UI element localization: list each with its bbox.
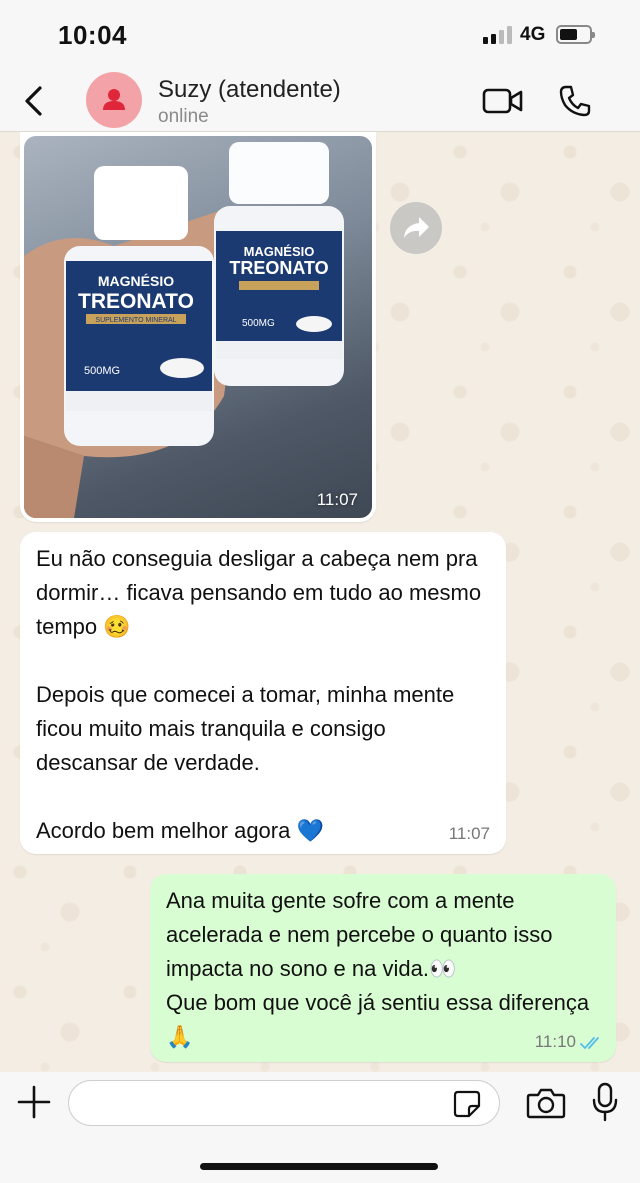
camera-icon: [526, 1088, 566, 1119]
front-bottle-line2: TREONATO: [78, 290, 194, 313]
network-label: 4G: [520, 24, 546, 45]
contact-name[interactable]: Suzy (atendente): [158, 76, 341, 104]
message-time: 11:10: [534, 1032, 576, 1051]
back-button[interactable]: [20, 84, 48, 118]
camera-button[interactable]: [526, 1086, 566, 1120]
outgoing-message[interactable]: Ana muita gente sofre com a mente aceler…: [150, 874, 616, 1062]
back-bottle-line2: TREONATO: [229, 258, 328, 278]
input-bar: [0, 1072, 640, 1183]
back-bottle-dose: 500MG: [242, 318, 275, 329]
sticker-icon: [453, 1090, 481, 1118]
incoming-message[interactable]: Eu não conseguia desligar a cabeça nem p…: [20, 532, 506, 854]
voice-call-button[interactable]: [558, 84, 592, 118]
status-bar: 10:04 4G: [0, 0, 640, 70]
product-photo[interactable]: MAGNÉSIO TREONATO 500MG MAGNÉSIO TREONAT…: [24, 136, 372, 518]
message-input[interactable]: [68, 1080, 500, 1126]
front-bottle-line1: MAGNÉSIO: [98, 273, 174, 289]
read-receipt-icon: [580, 1037, 599, 1050]
microphone-icon: [592, 1082, 618, 1122]
forward-button[interactable]: [390, 202, 442, 254]
contact-status: online: [158, 106, 209, 127]
battery-icon: [556, 25, 595, 44]
person-icon: [103, 89, 125, 110]
plus-icon: [17, 1085, 51, 1119]
video-call-button[interactable]: [482, 86, 524, 116]
avatar[interactable]: [86, 72, 142, 128]
front-bottle-dose: 500MG: [84, 365, 120, 377]
chat-area[interactable]: MAGNÉSIO TREONATO 500MG MAGNÉSIO TREONAT…: [0, 132, 640, 1072]
microphone-button[interactable]: [592, 1082, 618, 1122]
attach-button[interactable]: [16, 1084, 52, 1120]
message-text: Eu não conseguia desligar a cabeça nem p…: [36, 546, 482, 843]
back-bottle-line1: MAGNÉSIO: [244, 244, 315, 259]
phone-icon: [559, 85, 591, 117]
message-time: 11:07: [448, 824, 490, 843]
chevron-left-icon: [25, 86, 42, 116]
home-indicator[interactable]: [200, 1163, 438, 1170]
status-time: 10:04: [58, 20, 127, 50]
image-message[interactable]: MAGNÉSIO TREONATO 500MG MAGNÉSIO TREONAT…: [20, 132, 376, 522]
chat-header: Suzy (atendente) online: [0, 70, 640, 132]
message-text: Ana muita gente sofre com a mente aceler…: [166, 888, 590, 1049]
message-time: 11:07: [316, 490, 358, 509]
front-bottle-tag: SUPLEMENTO MINERAL: [95, 317, 176, 324]
sticker-button[interactable]: [452, 1089, 482, 1119]
signal-icon: [483, 26, 513, 44]
product-image: MAGNÉSIO TREONATO 500MG MAGNÉSIO TREONAT…: [24, 142, 344, 518]
forward-arrow-icon: [404, 217, 429, 238]
video-camera-icon: [482, 88, 523, 114]
